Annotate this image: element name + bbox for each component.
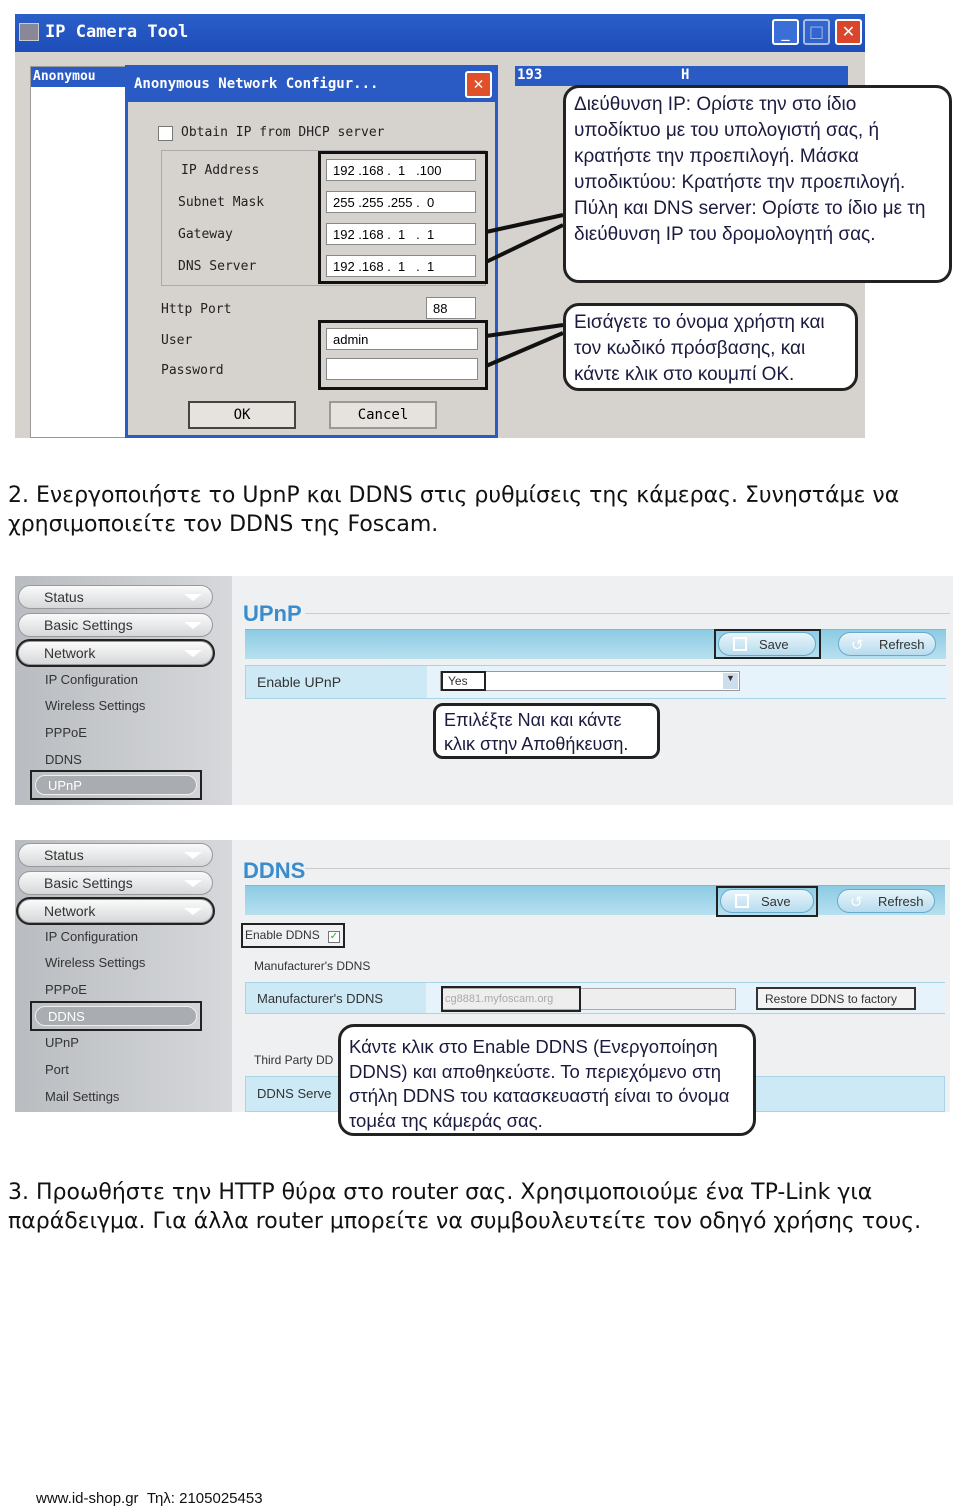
refresh-icon: ↺ xyxy=(851,637,864,654)
restore-ddns-button[interactable]: Restore DDNS to factory xyxy=(756,987,916,1010)
chevron-down-icon xyxy=(184,908,202,915)
enable-upnp-label: Enable UPnP xyxy=(257,674,342,690)
page-title: DDNS xyxy=(243,858,306,883)
chevron-down-icon xyxy=(184,594,202,601)
upnp-settings-screenshot: Status Basic Settings Network IP Configu… xyxy=(15,576,953,805)
menu-ip-configuration[interactable]: IP Configuration xyxy=(45,929,138,944)
menu-basic-settings[interactable]: Basic Settings xyxy=(18,613,213,637)
chevron-down-icon xyxy=(184,622,202,629)
menu-status[interactable]: Status xyxy=(18,585,213,609)
menu-ddns[interactable]: DDNS xyxy=(45,752,82,767)
enable-ddns-checkbox: ✓ xyxy=(328,931,340,943)
chevron-down-icon xyxy=(184,880,202,887)
menu-mail-settings[interactable]: Mail Settings xyxy=(45,1089,119,1104)
chevron-down-icon xyxy=(184,852,202,859)
callout-credentials: Εισάγετε το όνομα χρήστη και τον κωδικό … xyxy=(563,303,858,391)
third-party-ddns-section: Third Party DD xyxy=(254,1053,334,1067)
callout-ip-settings: Διεύθυνση IP: Ορίστε την στο ίδιο υποδίκ… xyxy=(563,85,952,283)
refresh-button[interactable]: ↺ Refresh xyxy=(837,889,935,913)
menu-ip-configuration[interactable]: IP Configuration xyxy=(45,672,138,687)
menu-pppoe[interactable]: PPPoE xyxy=(45,982,87,997)
menu-upnp[interactable]: UPnP xyxy=(45,1035,79,1050)
menu-pppoe[interactable]: PPPoE xyxy=(45,725,87,740)
step-3-text: 3. Προωθήστε την HTTP θύρα στο router σα… xyxy=(8,1180,922,1234)
chevron-down-icon xyxy=(184,650,202,657)
manufacturer-ddns-section: Manufacturer's DDNS xyxy=(254,959,371,973)
ddns-domain-highlight: cg8881.myfoscam.org xyxy=(441,986,581,1012)
menu-basic-settings[interactable]: Basic Settings xyxy=(18,871,213,895)
enable-upnp-row: Enable UPnP Yes ▼ xyxy=(245,665,947,699)
callout-ddns: Κάντε κλικ στο Enable DDNS (Ενεργοποίηση… xyxy=(338,1024,756,1136)
menu-ddns[interactable]: DDNS xyxy=(30,1001,202,1031)
manufacturer-ddns-row: Manufacturer's DDNS cg8881.myfoscam.org … xyxy=(245,982,945,1014)
menu-upnp[interactable]: UPnP xyxy=(30,770,202,800)
step-2-text: 2. Ενεργοποιήστε το UpnP και DDNS στις ρ… xyxy=(8,483,900,537)
dropdown-arrow-icon: ▼ xyxy=(723,673,738,689)
menu-status[interactable]: Status xyxy=(18,843,213,867)
menu-port[interactable]: Port xyxy=(45,1062,69,1077)
callout-upnp: Επιλέξτε Ναι και κάντε κλικ στην Αποθήκε… xyxy=(433,703,660,759)
menu-wireless-settings[interactable]: Wireless Settings xyxy=(45,698,145,713)
sidebar: Status Basic Settings Network IP Configu… xyxy=(15,576,232,805)
menu-wireless-settings[interactable]: Wireless Settings xyxy=(45,955,145,970)
sidebar: Status Basic Settings Network IP Configu… xyxy=(15,840,232,1112)
menu-network[interactable]: Network xyxy=(16,639,215,667)
menu-network[interactable]: Network xyxy=(16,897,215,925)
save-icon xyxy=(735,894,749,908)
enable-ddns[interactable]: Enable DDNS ✓ xyxy=(241,923,345,948)
refresh-button[interactable]: ↺ Refresh xyxy=(838,632,936,656)
footer: www.id-shop.gr Τηλ: 2105025453 xyxy=(36,1490,263,1507)
save-button[interactable]: Save xyxy=(720,889,814,913)
save-button[interactable]: Save xyxy=(718,632,816,656)
save-icon xyxy=(733,637,747,651)
page-title: UPnP xyxy=(243,601,302,626)
refresh-icon: ↺ xyxy=(850,894,863,911)
enable-upnp-select[interactable]: Yes ▼ xyxy=(440,671,740,691)
